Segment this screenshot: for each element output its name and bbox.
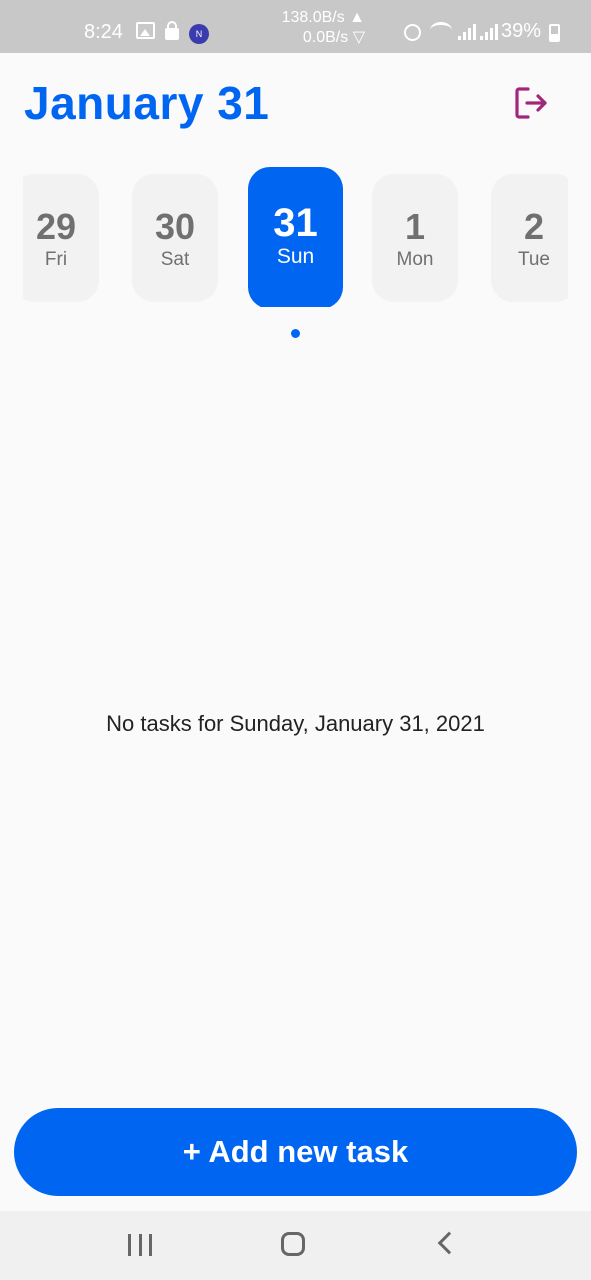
date-selector[interactable]: 29 Fri 30 Sat 31 Sun 1 Mon 2 Tue (23, 167, 568, 307)
status-time: 8:24 (84, 21, 123, 43)
date-card-selected[interactable]: 31 Sun (248, 167, 343, 307)
alarm-icon (404, 24, 421, 41)
date-card[interactable]: 29 Fri (23, 174, 99, 302)
net-up: 138.0B/s ▲ (281, 9, 365, 26)
page-title: January 31 (24, 77, 270, 129)
network-speed: 138.0B/s ▲ 0.0B/s ▽ (270, 8, 365, 48)
date-card[interactable]: 2 Tue (491, 174, 568, 302)
nfc-icon: N (189, 24, 209, 44)
battery-icon (549, 24, 560, 42)
gallery-icon (136, 22, 155, 39)
lock-icon (165, 21, 179, 40)
net-down: 0.0B/s ▽ (302, 29, 365, 46)
date-number: 1 (404, 206, 426, 247)
add-task-button[interactable]: + Add new task (14, 1108, 577, 1196)
battery-percent: 39% (500, 20, 541, 42)
back-icon[interactable] (437, 1231, 461, 1255)
wifi-icon (430, 22, 452, 38)
date-weekday: Sat (160, 249, 190, 270)
signal-icon (458, 24, 476, 40)
date-number: 30 (154, 206, 196, 247)
selected-date-indicator (291, 329, 300, 338)
date-card[interactable]: 1 Mon (372, 174, 458, 302)
date-weekday: Mon (396, 249, 434, 270)
signal-icon (480, 24, 498, 40)
empty-state-message: No tasks for Sunday, January 31, 2021 (106, 711, 485, 736)
date-number: 29 (35, 206, 77, 247)
date-number: 31 (273, 201, 318, 245)
date-card[interactable]: 30 Sat (132, 174, 218, 302)
logout-button[interactable] (514, 86, 552, 120)
system-nav-bar (0, 1211, 591, 1280)
status-bar: 8:24 N 138.0B/s ▲ 0.0B/s ▽ 39% (0, 0, 591, 53)
date-weekday: Fri (44, 249, 68, 270)
date-weekday: Sun (276, 245, 315, 268)
home-icon[interactable] (281, 1232, 305, 1256)
date-weekday: Tue (517, 249, 551, 270)
date-number: 2 (523, 206, 545, 247)
logout-icon (515, 87, 547, 119)
recent-apps-icon[interactable] (128, 1234, 152, 1256)
